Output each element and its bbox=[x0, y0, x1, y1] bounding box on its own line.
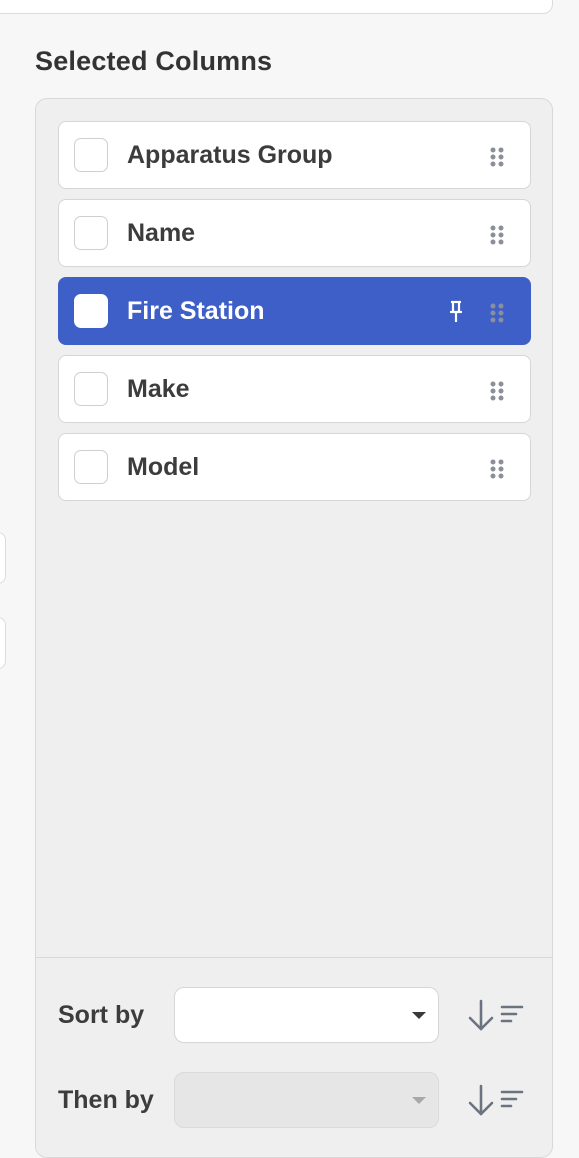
left-partial-card bbox=[0, 617, 6, 669]
column-checkbox[interactable] bbox=[74, 294, 108, 328]
sort-descending-icon[interactable] bbox=[466, 998, 524, 1032]
column-label: Make bbox=[127, 375, 190, 403]
column-checkbox[interactable] bbox=[74, 138, 108, 172]
sort-by-label: Sort by bbox=[58, 1001, 145, 1029]
drag-handle-icon[interactable] bbox=[489, 146, 505, 168]
column-item-fire-station[interactable]: Fire Station bbox=[58, 277, 531, 345]
sort-by-select[interactable] bbox=[174, 987, 439, 1043]
column-checkbox[interactable] bbox=[74, 216, 108, 250]
sort-descending-icon[interactable] bbox=[466, 1083, 524, 1117]
drag-handle-icon[interactable] bbox=[489, 380, 505, 402]
drag-handle-icon[interactable] bbox=[489, 458, 505, 480]
drag-handle-icon[interactable] bbox=[489, 224, 505, 246]
pin-icon[interactable] bbox=[447, 300, 465, 324]
column-item-name[interactable]: Name bbox=[58, 199, 531, 267]
sort-footer: Sort by Then by bbox=[36, 957, 552, 1157]
column-label: Fire Station bbox=[127, 297, 265, 325]
chevron-down-icon bbox=[412, 1097, 426, 1104]
column-label: Model bbox=[127, 453, 200, 481]
column-label: Name bbox=[127, 219, 196, 247]
chevron-down-icon bbox=[412, 1012, 426, 1019]
left-partial-card bbox=[0, 532, 6, 584]
column-item-model[interactable]: Model bbox=[58, 433, 531, 501]
column-item-make[interactable]: Make bbox=[58, 355, 531, 423]
column-label: Apparatus Group bbox=[127, 141, 333, 169]
column-checkbox[interactable] bbox=[74, 372, 108, 406]
column-item-apparatus-group[interactable]: Apparatus Group bbox=[58, 121, 531, 189]
section-title: Selected Columns bbox=[35, 46, 273, 76]
selected-columns-panel: Apparatus Group Name Fire Station Make M… bbox=[35, 98, 553, 1158]
then-by-label: Then by bbox=[58, 1086, 154, 1114]
top-partial-card bbox=[0, 0, 553, 14]
column-checkbox[interactable] bbox=[74, 450, 108, 484]
selected-columns-list: Apparatus Group Name Fire Station Make M… bbox=[58, 121, 531, 511]
drag-handle-icon[interactable] bbox=[489, 302, 505, 324]
then-by-select[interactable] bbox=[174, 1072, 439, 1128]
